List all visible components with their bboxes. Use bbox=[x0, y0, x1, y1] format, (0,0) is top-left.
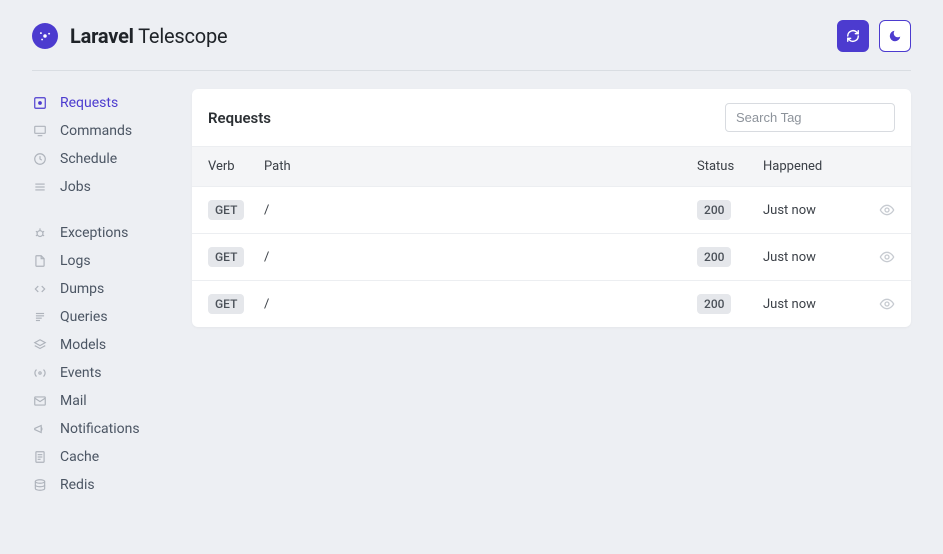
doclines-icon bbox=[32, 449, 48, 465]
status-badge: 200 bbox=[697, 247, 731, 267]
monitor-icon bbox=[32, 123, 48, 139]
happened-cell: Just now bbox=[763, 250, 859, 265]
sidebar-item-events[interactable]: Events bbox=[32, 359, 164, 387]
brand-light: Telescope bbox=[134, 24, 228, 48]
bug-icon bbox=[32, 225, 48, 241]
brand-title: Laravel Telescope bbox=[70, 24, 227, 48]
sidebar-item-label: Requests bbox=[60, 95, 118, 111]
sidebar-item-schedule[interactable]: Schedule bbox=[32, 145, 164, 173]
sidebar-item-label: Models bbox=[60, 337, 106, 353]
sidebar-item-exceptions[interactable]: Exceptions bbox=[32, 219, 164, 247]
sidebar-item-jobs[interactable]: Jobs bbox=[32, 173, 164, 201]
path-cell: / bbox=[264, 250, 697, 265]
col-status: Status bbox=[697, 159, 763, 174]
view-button[interactable] bbox=[859, 296, 895, 312]
sidebar-item-requests[interactable]: Requests bbox=[32, 89, 164, 117]
list-icon bbox=[32, 179, 48, 195]
code-icon bbox=[32, 281, 48, 297]
broadcast-icon bbox=[32, 365, 48, 381]
brand-bold: Laravel bbox=[70, 24, 134, 48]
sidebar-item-label: Exceptions bbox=[60, 225, 128, 241]
col-path: Path bbox=[264, 159, 697, 174]
status-badge: 200 bbox=[697, 294, 731, 314]
sidebar-item-label: Logs bbox=[60, 253, 91, 269]
mail-icon bbox=[32, 393, 48, 409]
sidebar-item-label: Jobs bbox=[60, 179, 91, 195]
sidebar-item-label: Notifications bbox=[60, 421, 140, 437]
stack-icon bbox=[32, 477, 48, 493]
refresh-button[interactable] bbox=[837, 20, 869, 52]
view-button[interactable] bbox=[859, 249, 895, 265]
verb-badge: GET bbox=[208, 294, 244, 314]
sidebar-item-label: Cache bbox=[60, 449, 99, 465]
verb-badge: GET bbox=[208, 247, 244, 267]
requests-card: Requests Verb Path Status Happened GET/2… bbox=[192, 89, 911, 327]
sidebar-item-label: Schedule bbox=[60, 151, 117, 167]
sidebar-item-label: Queries bbox=[60, 309, 108, 325]
table-row: GET /200 Just now bbox=[192, 281, 911, 327]
sidebar: Requests Commands Schedule Jobs Exceptions L… bbox=[32, 89, 164, 517]
lines-icon bbox=[32, 309, 48, 325]
sidebar-item-commands[interactable]: Commands bbox=[32, 117, 164, 145]
sidebar-item-redis[interactable]: Redis bbox=[32, 471, 164, 499]
sidebar-item-queries[interactable]: Queries bbox=[32, 303, 164, 331]
sidebar-item-label: Commands bbox=[60, 123, 132, 139]
sidebar-item-cache[interactable]: Cache bbox=[32, 443, 164, 471]
sidebar-item-label: Dumps bbox=[60, 281, 104, 297]
table-row: GET /200 Just now bbox=[192, 234, 911, 281]
sidebar-item-label: Mail bbox=[60, 393, 87, 409]
header: Laravel Telescope bbox=[32, 20, 911, 71]
sidebar-item-dumps[interactable]: Dumps bbox=[32, 275, 164, 303]
sidebar-item-label: Events bbox=[60, 365, 101, 381]
sidebar-item-mail[interactable]: Mail bbox=[32, 387, 164, 415]
table-row: GET /200 Just now bbox=[192, 187, 911, 234]
box-dot-icon bbox=[32, 95, 48, 111]
theme-toggle-button[interactable] bbox=[879, 20, 911, 52]
happened-cell: Just now bbox=[763, 203, 859, 218]
megaphone-icon bbox=[32, 421, 48, 437]
status-badge: 200 bbox=[697, 200, 731, 220]
verb-badge: GET bbox=[208, 200, 244, 220]
happened-cell: Just now bbox=[763, 297, 859, 312]
sidebar-item-logs[interactable]: Logs bbox=[32, 247, 164, 275]
path-cell: / bbox=[264, 203, 697, 218]
layers-icon bbox=[32, 337, 48, 353]
logo-icon bbox=[32, 23, 58, 49]
sidebar-item-notifications[interactable]: Notifications bbox=[32, 415, 164, 443]
table-header: Verb Path Status Happened bbox=[192, 147, 911, 187]
col-verb: Verb bbox=[208, 159, 264, 174]
col-happened: Happened bbox=[763, 159, 859, 174]
view-button[interactable] bbox=[859, 202, 895, 218]
clock-icon bbox=[32, 151, 48, 167]
search-input[interactable] bbox=[725, 103, 895, 132]
brand: Laravel Telescope bbox=[32, 23, 227, 49]
sidebar-item-label: Redis bbox=[60, 477, 95, 493]
col-action bbox=[859, 159, 895, 174]
card-title: Requests bbox=[208, 109, 271, 127]
path-cell: / bbox=[264, 297, 697, 312]
header-actions bbox=[837, 20, 911, 52]
file-icon bbox=[32, 253, 48, 269]
sidebar-item-models[interactable]: Models bbox=[32, 331, 164, 359]
